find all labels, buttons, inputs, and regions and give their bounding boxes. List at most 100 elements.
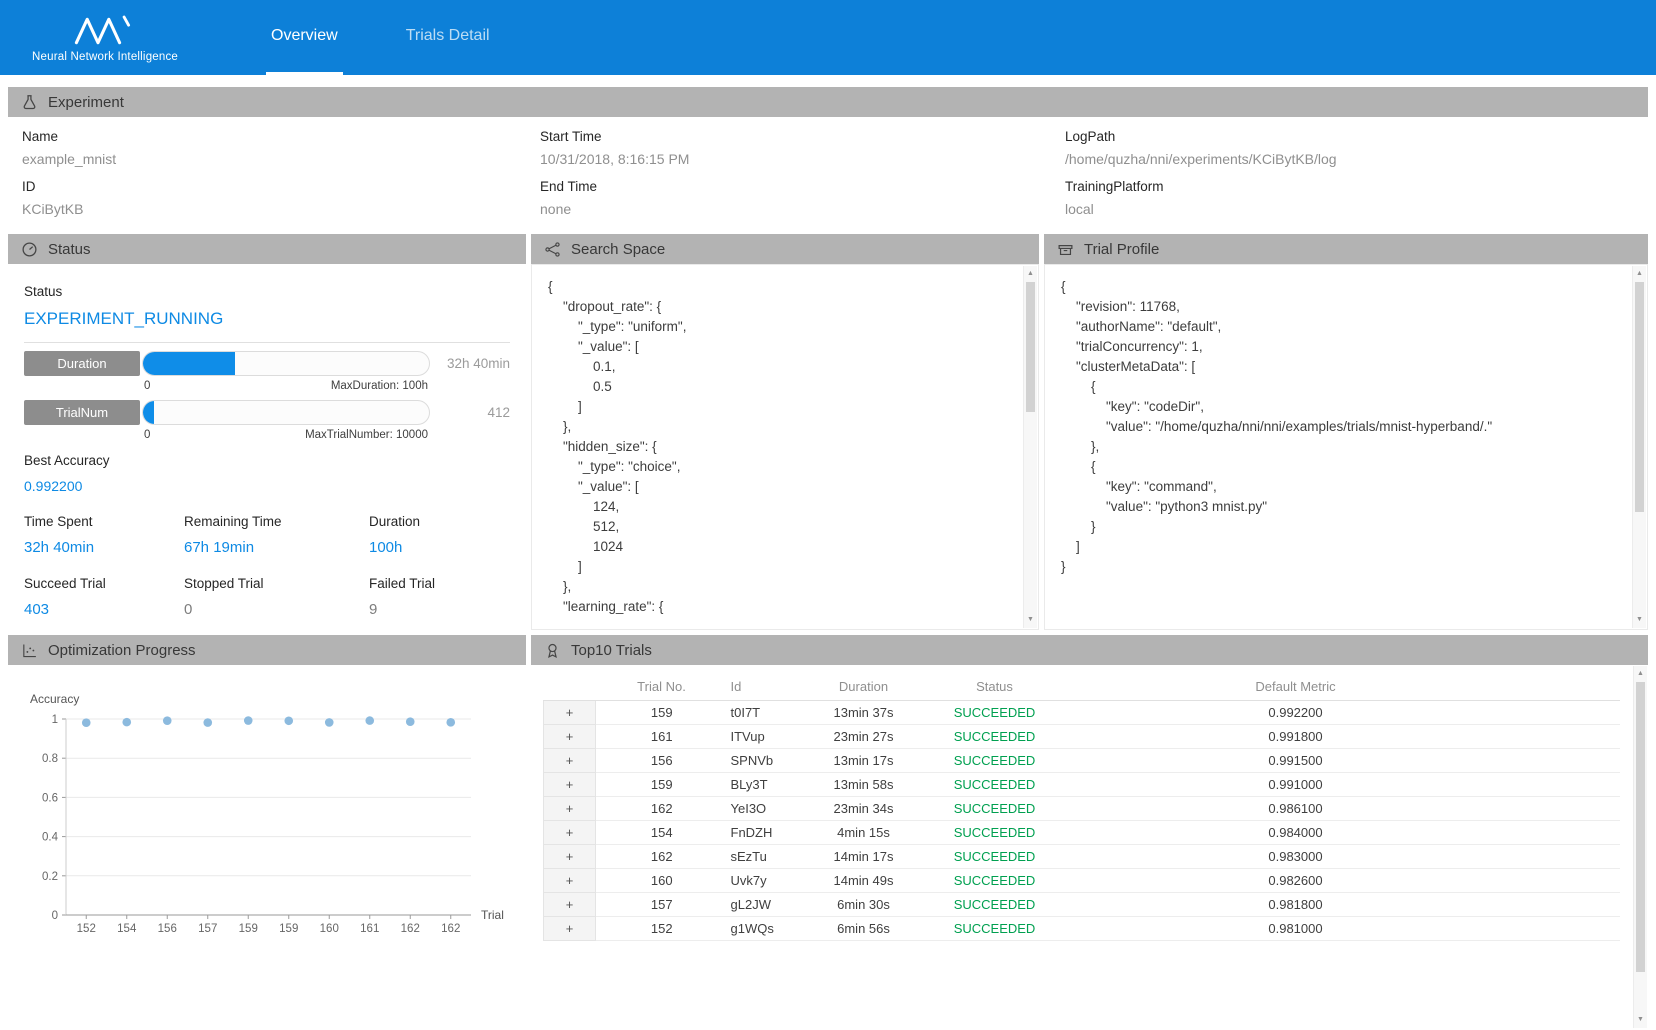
status-value: EXPERIMENT_RUNNING <box>24 309 510 329</box>
trial-metric-cell: 0.991500 <box>1070 748 1522 772</box>
svg-text:156: 156 <box>158 923 177 935</box>
stat-failed-trial: Failed Trial 9 <box>369 568 510 618</box>
field-value: KCiBytKB <box>22 201 540 217</box>
trial-id-cell: t0I7T <box>728 700 808 724</box>
expand-cell: + <box>544 892 596 916</box>
status-panel: Status Status EXPERIMENT_RUNNING Duratio… <box>8 234 526 630</box>
trial-no-cell: 162 <box>596 796 728 820</box>
scroll-up-arrow-icon[interactable]: ▲ <box>1634 667 1647 681</box>
field-label: Start Time <box>540 129 1065 144</box>
filler-cell <box>1522 772 1621 796</box>
svg-text:152: 152 <box>77 923 96 935</box>
scroll-up-arrow-icon[interactable]: ▲ <box>1024 267 1037 281</box>
trial-metric-cell: 0.983000 <box>1070 844 1522 868</box>
scroll-down-arrow-icon[interactable]: ▼ <box>1633 613 1646 627</box>
expand-row-button[interactable]: + <box>544 701 595 724</box>
svg-text:0: 0 <box>52 910 58 922</box>
expand-row-button[interactable]: + <box>544 869 595 892</box>
svg-text:1: 1 <box>52 714 58 726</box>
trialnum-progress: TrialNum 412 <box>24 400 510 425</box>
table-header-row: Trial No. Id Duration Status Default Met… <box>544 673 1621 700</box>
table-row: + 156 SPNVb 13min 17s SUCCEEDED 0.991500 <box>544 748 1621 772</box>
duration-min: 0 <box>144 380 150 392</box>
scroll-down-arrow-icon[interactable]: ▼ <box>1634 1013 1647 1027</box>
expand-cell: + <box>544 868 596 892</box>
trial-status-cell: SUCCEEDED <box>920 916 1070 940</box>
status-stats: Time Spent 32h 40min Remaining Time 67h … <box>24 494 510 618</box>
svg-text:159: 159 <box>279 923 298 935</box>
scrollbar[interactable]: ▲ ▼ <box>1023 266 1037 628</box>
trial-metric-cell: 0.982600 <box>1070 868 1522 892</box>
top10-panel-header: Top10 Trials <box>531 635 1648 665</box>
stat-remaining-time: Remaining Time 67h 19min <box>184 506 369 556</box>
duration-chip: Duration <box>24 351 140 376</box>
filler-cell <box>1522 796 1621 820</box>
expand-row-button[interactable]: + <box>544 845 595 868</box>
medal-icon <box>544 642 561 659</box>
scrollbar-thumb[interactable] <box>1636 682 1645 972</box>
filler-cell <box>1522 868 1621 892</box>
top10-body: Trial No. Id Duration Status Default Met… <box>531 665 1648 1029</box>
expand-row-button[interactable]: + <box>544 917 595 940</box>
field-value: none <box>540 201 1065 217</box>
scroll-up-arrow-icon[interactable]: ▲ <box>1633 267 1646 281</box>
scrollbar-thumb[interactable] <box>1026 282 1035 412</box>
expand-row-button[interactable]: + <box>544 773 595 796</box>
brand-name: Neural Network Intelligence <box>32 51 214 63</box>
expand-cell: + <box>544 844 596 868</box>
trialnum-progress-track <box>142 400 430 425</box>
field-value: 10/31/2018, 8:16:15 PM <box>540 151 1065 167</box>
trial-id-cell: Uvk7y <box>728 868 808 892</box>
column-header-duration: Duration <box>808 673 920 700</box>
trial-id-cell: BLy3T <box>728 772 808 796</box>
navbar: Neural Network Intelligence Overview Tri… <box>0 0 1656 75</box>
filler-cell <box>1522 892 1621 916</box>
expand-row-button[interactable]: + <box>544 893 595 916</box>
tab-trials-detail[interactable]: Trials Detail <box>401 0 495 75</box>
scrollbar-thumb[interactable] <box>1635 282 1644 512</box>
expand-row-button[interactable]: + <box>544 725 595 748</box>
expand-row-button[interactable]: + <box>544 749 595 772</box>
table-row: + 152 g1WQs 6min 56s SUCCEEDED 0.981000 <box>544 916 1621 940</box>
filler-cell <box>1522 916 1621 940</box>
duration-progress: Duration 32h 40min <box>24 351 510 376</box>
expand-cell: + <box>544 916 596 940</box>
stat-value: 100h <box>369 539 510 556</box>
field-value: local <box>1065 201 1634 217</box>
scrollbar[interactable]: ▲ ▼ <box>1632 266 1646 628</box>
search-space-json-viewer: { "dropout_rate": { "_type": "uniform", … <box>531 264 1039 630</box>
experiment-details: Name example_mnist ID KCiBytKB Start Tim… <box>8 117 1648 229</box>
middle-row: Status Status EXPERIMENT_RUNNING Duratio… <box>8 234 1648 630</box>
duration-progress-fill <box>143 352 235 375</box>
svg-text:Accuracy: Accuracy <box>30 692 79 706</box>
scrollbar[interactable]: ▲ ▼ <box>1633 666 1647 1028</box>
column-header-default-metric: Default Metric <box>1070 673 1522 700</box>
trial-no-cell: 156 <box>596 748 728 772</box>
experiment-field-start-time: Start Time 10/31/2018, 8:16:15 PM <box>540 129 1065 167</box>
scroll-down-arrow-icon[interactable]: ▼ <box>1024 613 1037 627</box>
trial-id-cell: g1WQs <box>728 916 808 940</box>
page-content: Experiment Name example_mnist ID KCiBytK… <box>0 75 1656 1029</box>
stat-label: Duration <box>369 514 510 529</box>
stat-value: 32h 40min <box>24 539 184 556</box>
trial-duration-cell: 4min 15s <box>808 820 920 844</box>
column-header-id: Id <box>728 673 808 700</box>
best-accuracy: Best Accuracy 0.992200 <box>24 453 510 494</box>
trial-metric-cell: 0.992200 <box>1070 700 1522 724</box>
trial-status-cell: SUCCEEDED <box>920 820 1070 844</box>
trial-no-cell: 152 <box>596 916 728 940</box>
filler-column-header <box>1522 673 1621 700</box>
table-row: + 157 gL2JW 6min 30s SUCCEEDED 0.981800 <box>544 892 1621 916</box>
filler-cell <box>1522 724 1621 748</box>
stat-label: Stopped Trial <box>184 576 369 591</box>
trial-metric-cell: 0.991800 <box>1070 724 1522 748</box>
tab-overview[interactable]: Overview <box>266 0 343 75</box>
expand-row-button[interactable]: + <box>544 797 595 820</box>
experiment-column-2: Start Time 10/31/2018, 8:16:15 PM End Ti… <box>540 117 1065 229</box>
expand-cell: + <box>544 748 596 772</box>
expand-row-button[interactable]: + <box>544 821 595 844</box>
trialnum-max: MaxTrialNumber: 10000 <box>305 429 428 441</box>
trial-id-cell: ITVup <box>728 724 808 748</box>
optimization-panel-title: Optimization Progress <box>48 642 196 659</box>
stat-label: Succeed Trial <box>24 576 184 591</box>
